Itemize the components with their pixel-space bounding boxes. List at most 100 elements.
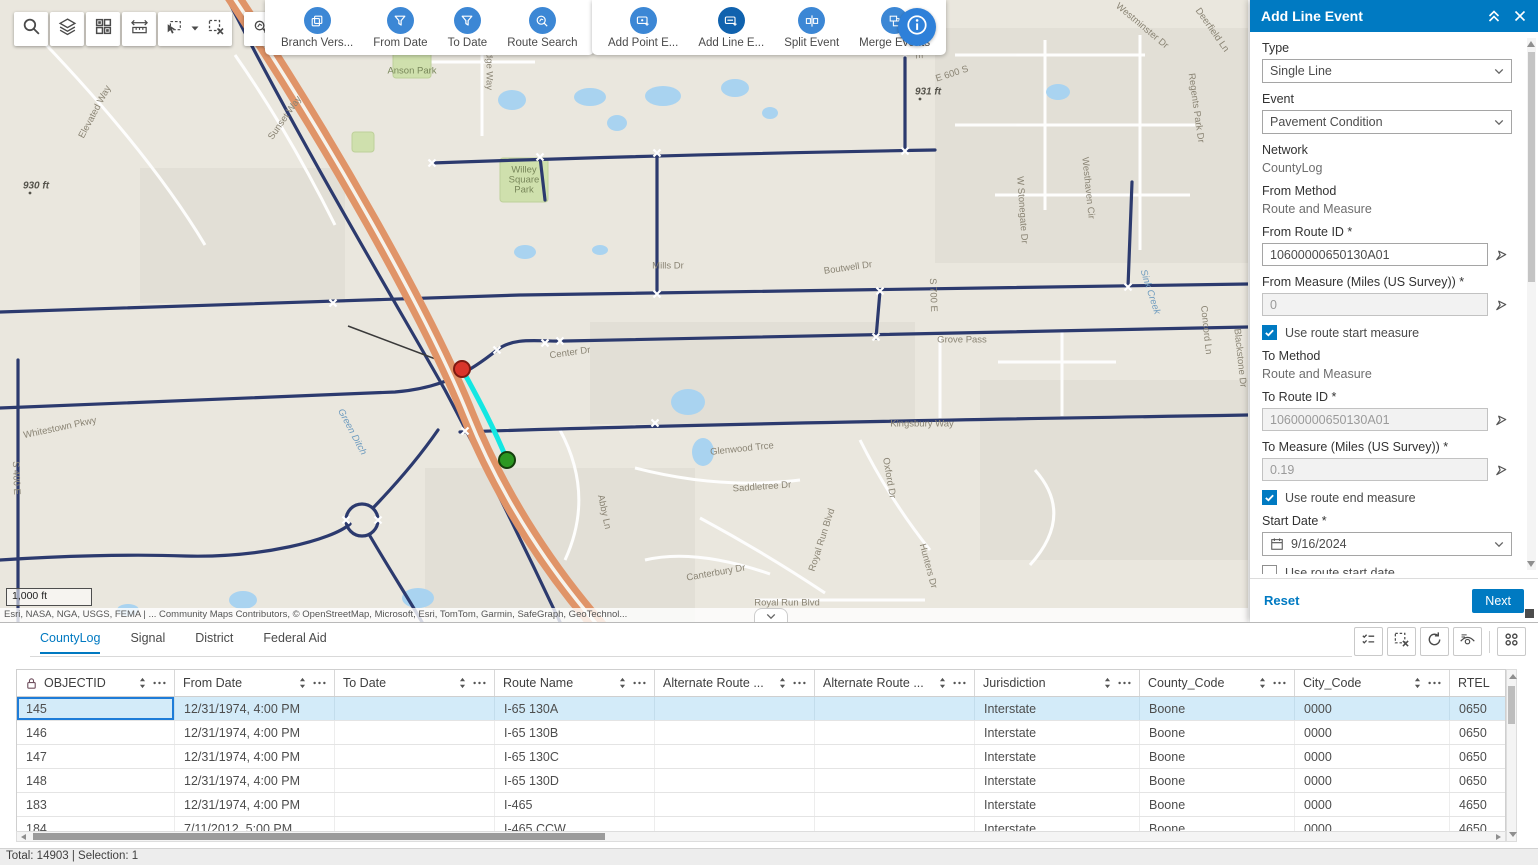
table-cell[interactable] (815, 793, 975, 816)
panel-scrollbar[interactable] (1527, 38, 1536, 570)
table-cell[interactable] (655, 721, 815, 744)
clear-table-selection-button[interactable] (1387, 627, 1416, 656)
table-cell[interactable]: Boone (1140, 697, 1295, 720)
table-cell[interactable] (335, 769, 495, 792)
table-cell[interactable]: 12/31/1974, 4:00 PM (175, 769, 335, 792)
column-menu-icon[interactable] (793, 681, 806, 685)
table-cell[interactable]: 4650 (1450, 793, 1507, 816)
table-cell[interactable]: I-65 130C (495, 745, 655, 768)
table-cell[interactable] (815, 697, 975, 720)
table-cell[interactable]: 0000 (1295, 769, 1450, 792)
overview-tool[interactable] (86, 12, 120, 46)
branch-versions-tool[interactable]: Branch Vers... (281, 7, 353, 49)
table-cell[interactable]: Interstate (975, 697, 1140, 720)
refresh-table-button[interactable] (1420, 627, 1449, 656)
to-date-tool[interactable]: To Date (448, 7, 488, 49)
table-cell[interactable] (335, 697, 495, 720)
table-cell[interactable]: Boone (1140, 769, 1295, 792)
next-button[interactable]: Next (1472, 589, 1524, 613)
table-cell[interactable] (815, 721, 975, 744)
column-menu-icon[interactable] (473, 681, 486, 685)
search-tool[interactable] (14, 12, 48, 46)
clear-selection-icon[interactable] (207, 18, 225, 41)
sort-icon[interactable] (138, 677, 147, 689)
table-cell[interactable]: 183 (17, 793, 175, 816)
close-panel-icon[interactable] (1513, 9, 1527, 23)
sort-icon[interactable] (458, 677, 467, 689)
from-measure-input[interactable]: 0 (1262, 293, 1488, 316)
table-row[interactable]: 14612/31/1974, 4:00 PMI-65 130BInterstat… (17, 721, 1505, 745)
add-line-event-tool[interactable]: Add Line E... (698, 7, 764, 49)
table-cell[interactable]: 146 (17, 721, 175, 744)
select-cursor-icon[interactable] (165, 18, 183, 41)
table-cell[interactable] (815, 769, 975, 792)
table-cell[interactable]: 0000 (1295, 697, 1450, 720)
table-horizontal-scrollbar[interactable] (16, 831, 1506, 842)
add-point-event-tool[interactable]: Add Point E... (608, 7, 678, 49)
sort-icon[interactable] (298, 677, 307, 689)
show-selection-button[interactable] (1354, 627, 1383, 656)
table-cell[interactable]: 0000 (1295, 721, 1450, 744)
route-search-tool[interactable]: Route Search (507, 7, 577, 49)
table-cell[interactable] (335, 745, 495, 768)
table-cell[interactable]: 12/31/1974, 4:00 PM (175, 745, 335, 768)
table-row[interactable]: 14712/31/1974, 4:00 PM I-65 130C Interstat… (17, 745, 1505, 769)
tab-district[interactable]: District (195, 631, 233, 654)
table-cell[interactable]: Interstate (975, 793, 1140, 816)
table-cell[interactable]: 0000 (1295, 745, 1450, 768)
table-cell[interactable]: 0650 (1450, 745, 1507, 768)
table-cell[interactable] (335, 721, 495, 744)
start-date-input[interactable]: 9/16/2024 (1262, 532, 1512, 556)
column-header[interactable]: Jurisdiction (975, 670, 1140, 696)
from-date-tool[interactable]: From Date (373, 7, 427, 49)
from-route-id-input[interactable]: 10600000650130A01 (1262, 243, 1488, 266)
column-menu-icon[interactable] (1273, 681, 1286, 685)
sort-icon[interactable] (1258, 677, 1267, 689)
table-row[interactable]: 14812/31/1974, 4:00 PMI-65 130DInterstat… (17, 769, 1505, 793)
column-header[interactable]: Route Name (495, 670, 655, 696)
table-cell[interactable]: Interstate (975, 745, 1140, 768)
column-menu-icon[interactable] (633, 681, 646, 685)
table-cell[interactable]: 12/31/1974, 4:00 PM (175, 793, 335, 816)
table-cell[interactable] (655, 745, 815, 768)
table-cell[interactable]: Boone (1140, 793, 1295, 816)
table-row[interactable]: 14512/31/1974, 4:00 PMI-65 130AInterstat… (17, 697, 1505, 721)
hide-fields-button[interactable] (1453, 627, 1482, 656)
column-header[interactable]: OBJECTID (17, 670, 175, 696)
table-row[interactable]: 18312/31/1974, 4:00 PM I-465 InterstateBoo… (17, 793, 1505, 817)
table-cell[interactable] (335, 793, 495, 816)
map-canvas[interactable]: Elevated WaySunset WayAnson ParkWilleySq… (0, 0, 1248, 622)
table-cell[interactable]: 148 (17, 769, 175, 792)
tab-federal-aid[interactable]: Federal Aid (263, 631, 326, 654)
column-header[interactable]: Alternate Route ... (655, 670, 815, 696)
pick-from-map-icon[interactable] (1494, 247, 1509, 262)
tab-signal[interactable]: Signal (130, 631, 165, 654)
measure-tool[interactable] (122, 12, 156, 46)
attribution-collapse-button[interactable] (754, 608, 788, 622)
sort-icon[interactable] (1103, 677, 1112, 689)
use-route-start-measure-checkbox[interactable]: Use route start measure (1262, 325, 1514, 340)
column-header[interactable]: RTEL (1450, 670, 1507, 696)
table-cell[interactable] (655, 793, 815, 816)
table-cell[interactable]: Boone (1140, 745, 1295, 768)
tab-countylog[interactable]: CountyLog (40, 631, 100, 654)
column-menu-icon[interactable] (153, 681, 166, 685)
table-cell[interactable]: 0650 (1450, 721, 1507, 744)
table-cell[interactable]: I-465 (495, 793, 655, 816)
table-options-button[interactable] (1497, 627, 1526, 656)
identify-info-button[interactable] (898, 8, 936, 46)
table-cell[interactable]: 0650 (1450, 769, 1507, 792)
use-route-start-date-checkbox[interactable]: Use route start date (1262, 565, 1514, 574)
pick-from-map-icon[interactable] (1494, 462, 1509, 477)
table-cell[interactable]: 147 (17, 745, 175, 768)
sort-icon[interactable] (618, 677, 627, 689)
table-cell[interactable]: I-65 130B (495, 721, 655, 744)
to-route-id-input[interactable]: 10600000650130A01 (1262, 408, 1488, 431)
to-measure-input[interactable]: 0.19 (1262, 458, 1488, 481)
layers-tool[interactable] (50, 12, 84, 46)
pick-from-map-icon[interactable] (1494, 412, 1509, 427)
collapse-panel-icon[interactable] (1487, 9, 1501, 23)
sort-icon[interactable] (938, 677, 947, 689)
sort-icon[interactable] (1413, 677, 1422, 689)
use-route-end-measure-checkbox[interactable]: Use route end measure (1262, 490, 1514, 505)
